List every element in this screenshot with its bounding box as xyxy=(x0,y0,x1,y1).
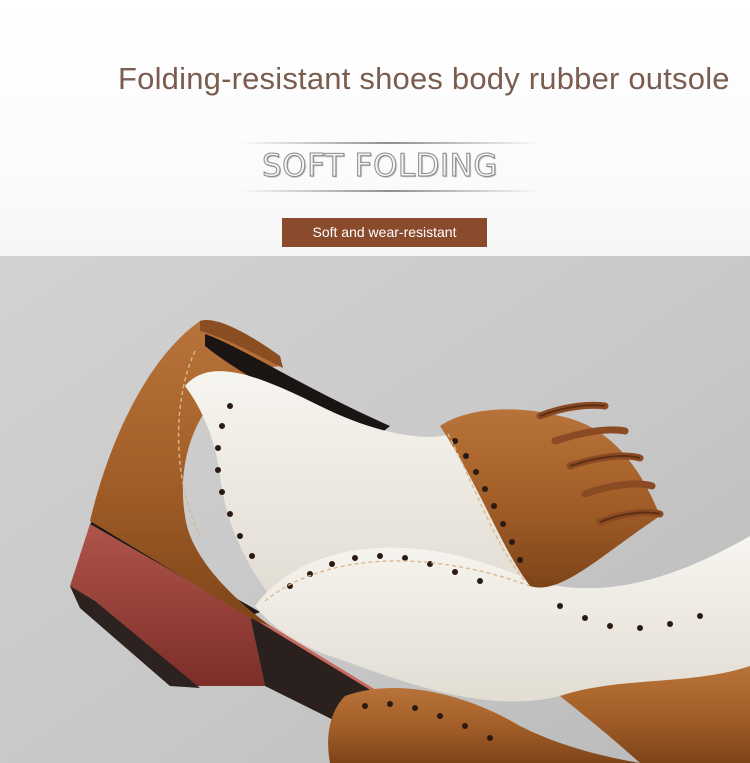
shoe-photo xyxy=(0,256,750,763)
feature-title: SOFT FOLDING xyxy=(262,148,498,185)
feature-tag: Soft and wear-resistant xyxy=(282,218,487,247)
divider-top xyxy=(240,142,540,144)
feature-banner: Folding-resistant shoes body rubber outs… xyxy=(0,0,750,256)
feature-headline: Folding-resistant shoes body rubber outs… xyxy=(118,61,730,96)
shoe-illustration xyxy=(0,256,750,763)
divider-bottom xyxy=(240,190,540,192)
product-detail-page: Folding-resistant shoes body rubber outs… xyxy=(0,0,750,763)
